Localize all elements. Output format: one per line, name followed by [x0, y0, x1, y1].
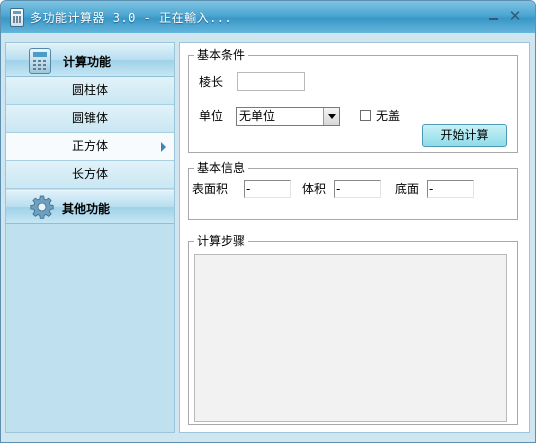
- unit-select[interactable]: 无单位: [236, 107, 340, 126]
- sidebar-header-calc-label: 计算功能: [63, 55, 112, 69]
- sidebar-item-label: 圆柱体: [71, 83, 108, 97]
- minimize-button[interactable]: [486, 8, 502, 24]
- calculator-icon: [29, 48, 51, 74]
- base-area-label: 底面: [395, 182, 420, 196]
- sidebar-item-cuboid[interactable]: 长方体: [6, 161, 174, 189]
- unit-label: 单位: [199, 109, 224, 123]
- base-area-field: -: [427, 180, 474, 198]
- sidebar-header-other-label: 其他功能: [62, 202, 111, 216]
- surface-area-label: 表面积: [192, 182, 229, 196]
- window-title: 多功能计算器 3.0 - 正在輸入...: [30, 11, 233, 25]
- unit-select-value: 无单位: [239, 109, 276, 123]
- basic-info-group: 基本信息 表面积 - 体积 - 底面 -: [188, 161, 518, 220]
- sidebar: 计算功能 圆柱体 圆锥体 正方体 长方体 其他功能: [5, 42, 175, 433]
- chevron-down-icon[interactable]: [323, 108, 339, 125]
- sidebar-item-label: 正方体: [71, 139, 108, 153]
- sidebar-item-cube[interactable]: 正方体: [6, 133, 174, 161]
- sidebar-header-calc[interactable]: 计算功能: [6, 43, 174, 77]
- start-calc-button[interactable]: 开始计算: [422, 124, 507, 147]
- edge-length-input[interactable]: [237, 72, 305, 91]
- surface-area-field: -: [244, 180, 291, 198]
- no-lid-label: 无盖: [376, 109, 401, 123]
- app-calculator-icon: [10, 8, 24, 27]
- edge-length-label: 棱长: [199, 75, 224, 89]
- group-title: 计算步骤: [194, 234, 249, 248]
- chevron-right-icon: [161, 142, 166, 152]
- sidebar-item-cylinder[interactable]: 圆柱体: [6, 77, 174, 105]
- sidebar-header-other[interactable]: 其他功能: [6, 190, 174, 224]
- sidebar-item-cone[interactable]: 圆锥体: [6, 105, 174, 133]
- sidebar-item-label: 圆锥体: [71, 111, 108, 125]
- close-button[interactable]: ✕: [507, 8, 523, 24]
- title-bar[interactable]: 多功能计算器 3.0 - 正在輸入... ✕: [1, 1, 535, 33]
- volume-label: 体积: [302, 182, 327, 196]
- calc-steps-output[interactable]: [194, 254, 507, 422]
- volume-field: -: [334, 180, 381, 198]
- gear-icon: [30, 195, 54, 219]
- sidebar-item-label: 长方体: [71, 167, 108, 181]
- main-panel: 基本条件 棱长 单位 无单位 无盖 开始计算 基本信息 表面积 - 体积 - 底…: [179, 42, 530, 433]
- no-lid-checkbox[interactable]: [360, 110, 371, 121]
- group-title: 基本条件: [194, 48, 249, 62]
- group-title: 基本信息: [194, 161, 249, 175]
- app-window: 多功能计算器 3.0 - 正在輸入... ✕ 计算功能 圆柱体 圆锥体 正方体 …: [0, 0, 536, 443]
- basic-conditions-group: 基本条件 棱长 单位 无单位 无盖 开始计算: [188, 48, 518, 153]
- calc-steps-group: 计算步骤: [188, 234, 518, 425]
